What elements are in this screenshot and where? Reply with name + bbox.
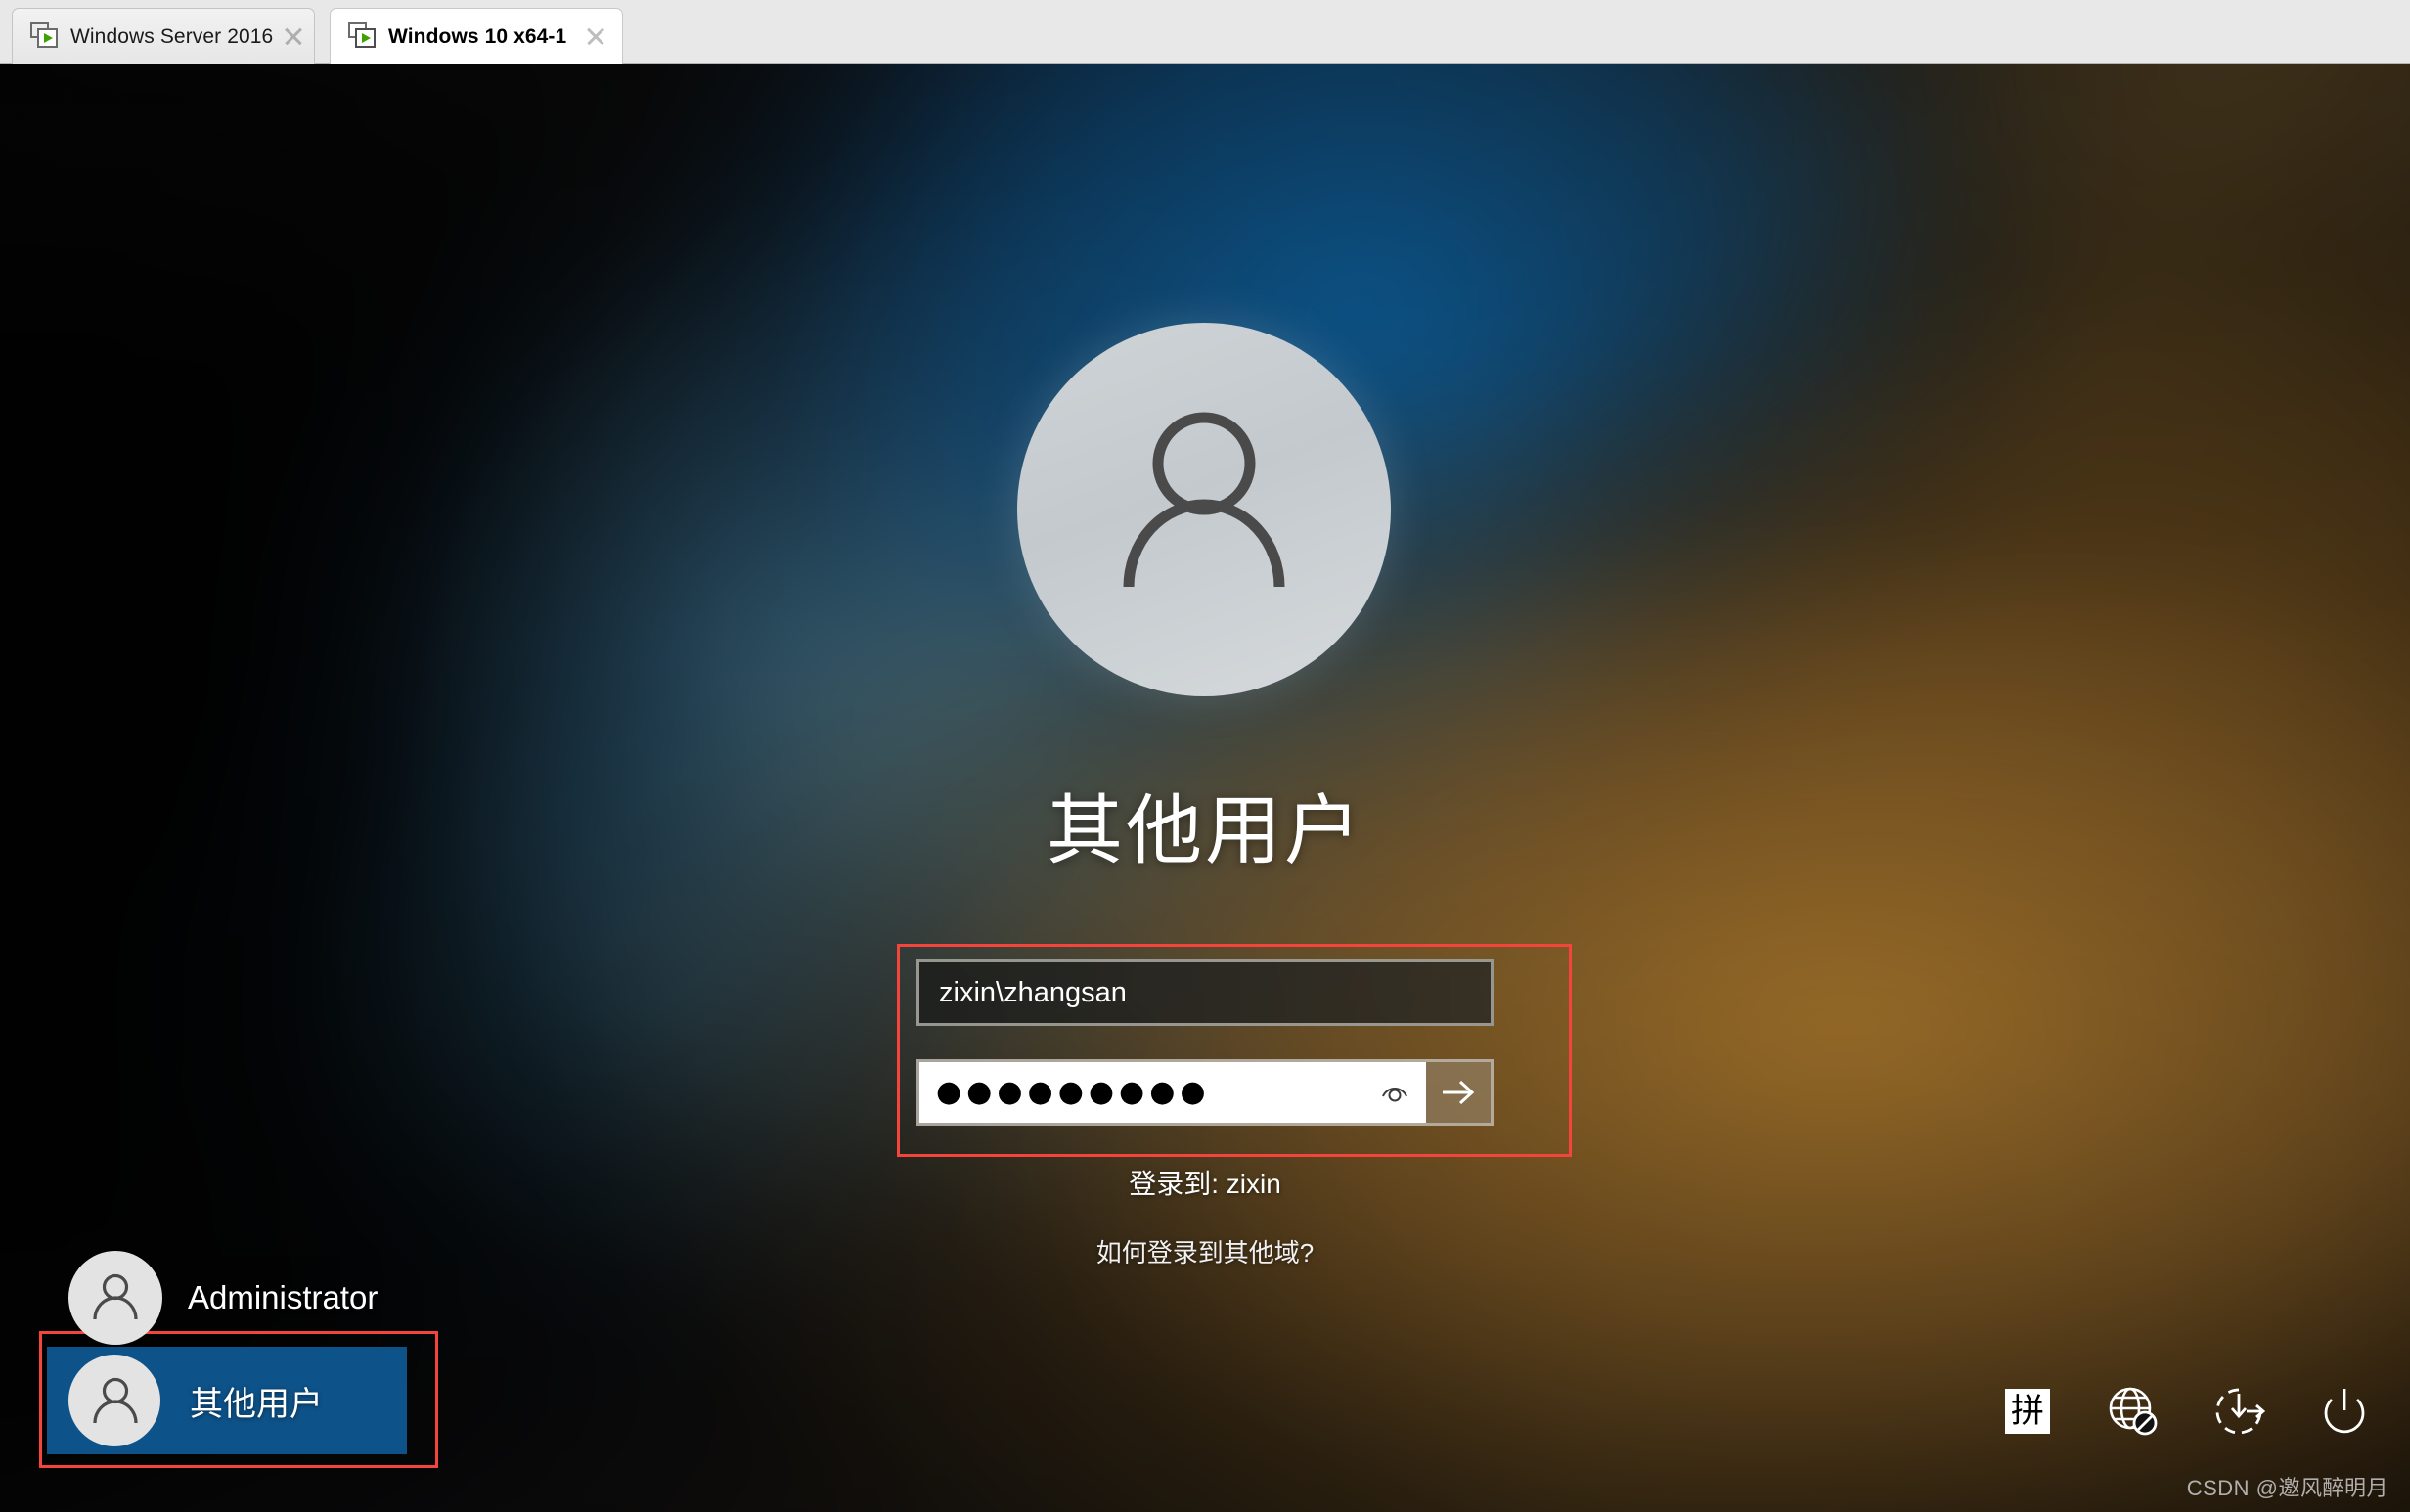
username-input[interactable]: zixin\zhangsan	[916, 959, 1494, 1026]
eye-reveal-password-icon[interactable]	[1379, 1077, 1410, 1108]
tab-windows-10-x64-1[interactable]: Windows 10 x64-1	[330, 8, 623, 64]
user-list-item-other-user[interactable]: 其他用户	[47, 1347, 407, 1454]
signin-domain-label: 登录到: zixin	[1129, 1169, 1281, 1199]
user-avatar-icon	[68, 1251, 162, 1345]
password-masked-value: ●●●●●●●●●	[936, 1075, 1211, 1109]
lockscreen-tray: 拼	[1999, 1383, 2373, 1440]
arrow-right-icon	[1443, 1080, 1475, 1105]
page-title: 其他用户	[1046, 787, 1363, 873]
ime-indicator[interactable]: 拼	[1999, 1383, 2056, 1440]
user-list-item-label: Administrator	[188, 1279, 379, 1315]
password-input[interactable]: ●●●●●●●●●	[919, 1062, 1426, 1123]
user-list-item-administrator[interactable]: Administrator	[68, 1249, 440, 1347]
windows-lock-screen: 其他用户 zixin\zhangsan ●●●●●●●●● 登录到: zixin…	[0, 64, 2410, 1512]
user-avatar-icon	[68, 1355, 160, 1446]
user-avatar-icon	[1017, 323, 1391, 696]
submit-button[interactable]	[1426, 1062, 1491, 1123]
network-disconnected-icon[interactable]	[2105, 1383, 2162, 1440]
vm-tab-bar: Windows Server 2016 Windows 10 x64-1	[0, 0, 2410, 64]
password-row: ●●●●●●●●●	[916, 1059, 1494, 1126]
ime-indicator-label: 拼	[2005, 1389, 2050, 1434]
tab-label: Windows Server 2016	[70, 24, 274, 48]
tab-windows-server-2016[interactable]: Windows Server 2016	[12, 8, 315, 64]
close-icon[interactable]	[583, 23, 608, 49]
power-icon[interactable]	[2316, 1383, 2373, 1440]
ease-of-access-icon[interactable]	[2210, 1383, 2267, 1440]
tab-label: Windows 10 x64-1	[388, 24, 567, 48]
csdn-watermark: CSDN @邀风醉明月	[2186, 1476, 2388, 1500]
user-list-item-label: 其他用户	[190, 1385, 323, 1423]
vm-icon	[348, 22, 378, 50]
vm-icon	[30, 22, 60, 50]
close-icon[interactable]	[281, 23, 306, 49]
